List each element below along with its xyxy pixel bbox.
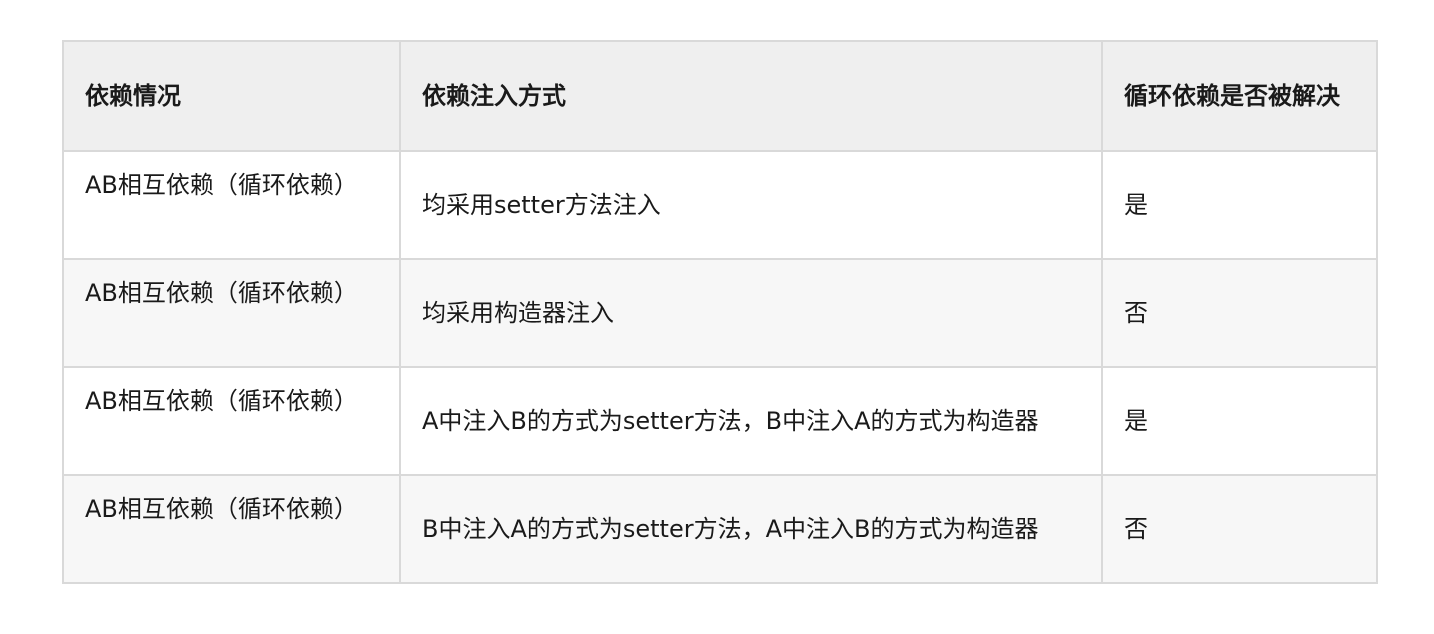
- dependency-table-container: 依赖情况 依赖注入方式 循环依赖是否被解决 AB相互依赖（循环依赖） 均采用se…: [62, 40, 1378, 584]
- header-method: 依赖注入方式: [399, 40, 1103, 152]
- cell-resolved: 是: [1101, 150, 1378, 260]
- cell-method: 均采用setter方法注入: [399, 150, 1103, 260]
- cell-resolved: 否: [1101, 258, 1378, 368]
- header-row: 依赖情况 依赖注入方式 循环依赖是否被解决: [62, 40, 1378, 152]
- cell-method: B中注入A的方式为setter方法，A中注入B的方式为构造器: [399, 474, 1103, 584]
- table-body: AB相互依赖（循环依赖） 均采用setter方法注入 是 AB相互依赖（循环依赖…: [62, 150, 1378, 584]
- cell-resolved: 否: [1101, 474, 1378, 584]
- circular-dependency-table: 依赖情况 依赖注入方式 循环依赖是否被解决 AB相互依赖（循环依赖） 均采用se…: [62, 40, 1378, 584]
- table-row: AB相互依赖（循环依赖） A中注入B的方式为setter方法，B中注入A的方式为…: [62, 366, 1378, 476]
- cell-condition: AB相互依赖（循环依赖）: [62, 258, 401, 368]
- table-row: AB相互依赖（循环依赖） 均采用setter方法注入 是: [62, 150, 1378, 260]
- table-header: 依赖情况 依赖注入方式 循环依赖是否被解决: [62, 40, 1378, 152]
- cell-method: 均采用构造器注入: [399, 258, 1103, 368]
- cell-condition: AB相互依赖（循环依赖）: [62, 366, 401, 476]
- cell-method: A中注入B的方式为setter方法，B中注入A的方式为构造器: [399, 366, 1103, 476]
- table-row: AB相互依赖（循环依赖） 均采用构造器注入 否: [62, 258, 1378, 368]
- header-condition: 依赖情况: [62, 40, 401, 152]
- cell-condition: AB相互依赖（循环依赖）: [62, 474, 401, 584]
- table-row: AB相互依赖（循环依赖） B中注入A的方式为setter方法，A中注入B的方式为…: [62, 474, 1378, 584]
- cell-condition: AB相互依赖（循环依赖）: [62, 150, 401, 260]
- header-resolved: 循环依赖是否被解决: [1101, 40, 1378, 152]
- cell-resolved: 是: [1101, 366, 1378, 476]
